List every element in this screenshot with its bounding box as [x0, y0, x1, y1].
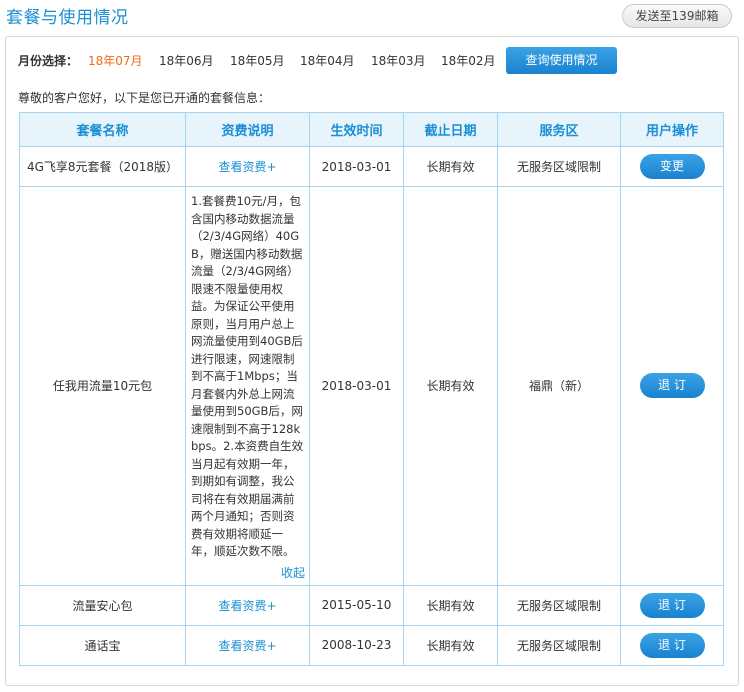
unsubscribe-button[interactable]: 退 订 [639, 592, 705, 618]
column-header-service-area: 服务区 [497, 112, 621, 147]
table-header-row: 套餐名称 资费说明 生效时间 截止日期 服务区 用户操作 [19, 112, 724, 147]
page-title: 套餐与使用情况 [6, 8, 129, 28]
service-area: 福鼎（新） [497, 186, 621, 586]
month-option[interactable]: 18年02月 [441, 49, 496, 73]
start-date: 2015-05-10 [309, 584, 404, 626]
greeting-text: 尊敬的客户您好，以下是您已开通的套餐信息： [18, 91, 271, 105]
month-option[interactable]: 18年05月 [230, 49, 285, 73]
month-option[interactable]: 18年03月 [371, 49, 426, 73]
collapse-link[interactable]: 收起 [191, 564, 305, 581]
column-header-start-date: 生效时间 [309, 112, 404, 147]
month-option[interactable]: 18年06月 [159, 49, 214, 73]
unsubscribe-button[interactable]: 退 订 [639, 632, 705, 658]
service-area: 无服务区域限制 [497, 146, 621, 187]
table-row: 流量安心包 查看资费+ 2015-05-10 长期有效 无服务区域限制 退 订 [19, 584, 724, 626]
month-option-selected[interactable]: 18年07月 [88, 49, 143, 73]
package-table: 套餐名称 资费说明 生效时间 截止日期 服务区 用户操作 4G飞享8元套餐（20… [19, 112, 724, 666]
package-name: 通话宝 [19, 624, 186, 666]
package-name: 流量安心包 [19, 584, 186, 626]
month-filter-label: 月份选择： [18, 54, 79, 68]
start-date: 2008-10-23 [309, 624, 404, 666]
table-row: 4G飞享8元套餐（2018版） 查看资费+ 2018-03-01 长期有效 无服… [19, 146, 724, 187]
column-header-fee-description: 资费说明 [185, 112, 310, 147]
view-fee-link[interactable]: 查看资费+ [218, 160, 276, 174]
table-row: 通话宝 查看资费+ 2008-10-23 长期有效 无服务区域限制 退 订 [19, 624, 724, 666]
end-date: 长期有效 [403, 146, 498, 187]
send-to-139-mail-button[interactable]: 发送至139邮箱 [622, 4, 732, 28]
fee-description-cell: 1.套餐费10元/月，包含国内移动数据流量（2/3/4G网络）40GB，赠送国内… [185, 186, 310, 586]
column-header-package-name: 套餐名称 [19, 112, 186, 147]
service-area: 无服务区域限制 [497, 584, 621, 626]
end-date: 长期有效 [403, 624, 498, 666]
unsubscribe-button[interactable]: 退 订 [639, 373, 705, 399]
package-name: 任我用流量10元包 [19, 186, 186, 586]
page-header: 套餐与使用情况 发送至139邮箱 [0, 0, 744, 30]
start-date: 2018-03-01 [309, 146, 404, 187]
change-button[interactable]: 变更 [639, 154, 705, 179]
service-area: 无服务区域限制 [497, 624, 621, 666]
end-date: 长期有效 [403, 186, 498, 586]
view-fee-link[interactable]: 查看资费+ [218, 639, 276, 653]
query-usage-button[interactable]: 查询使用情况 [506, 47, 617, 74]
table-row: 任我用流量10元包 1.套餐费10元/月，包含国内移动数据流量（2/3/4G网络… [19, 186, 724, 586]
package-panel: 月份选择： 18年07月 18年06月 18年05月 18年04月 18年03月… [5, 36, 739, 686]
start-date: 2018-03-01 [309, 186, 404, 586]
month-option[interactable]: 18年04月 [300, 49, 355, 73]
fee-description-text: 1.套餐费10元/月，包含国内移动数据流量（2/3/4G网络）40GB，赠送国内… [191, 194, 304, 558]
package-name: 4G飞享8元套餐（2018版） [19, 146, 186, 187]
column-header-end-date: 截止日期 [403, 112, 498, 147]
end-date: 长期有效 [403, 584, 498, 626]
column-header-user-action: 用户操作 [620, 112, 724, 147]
view-fee-link[interactable]: 查看资费+ [218, 599, 276, 613]
